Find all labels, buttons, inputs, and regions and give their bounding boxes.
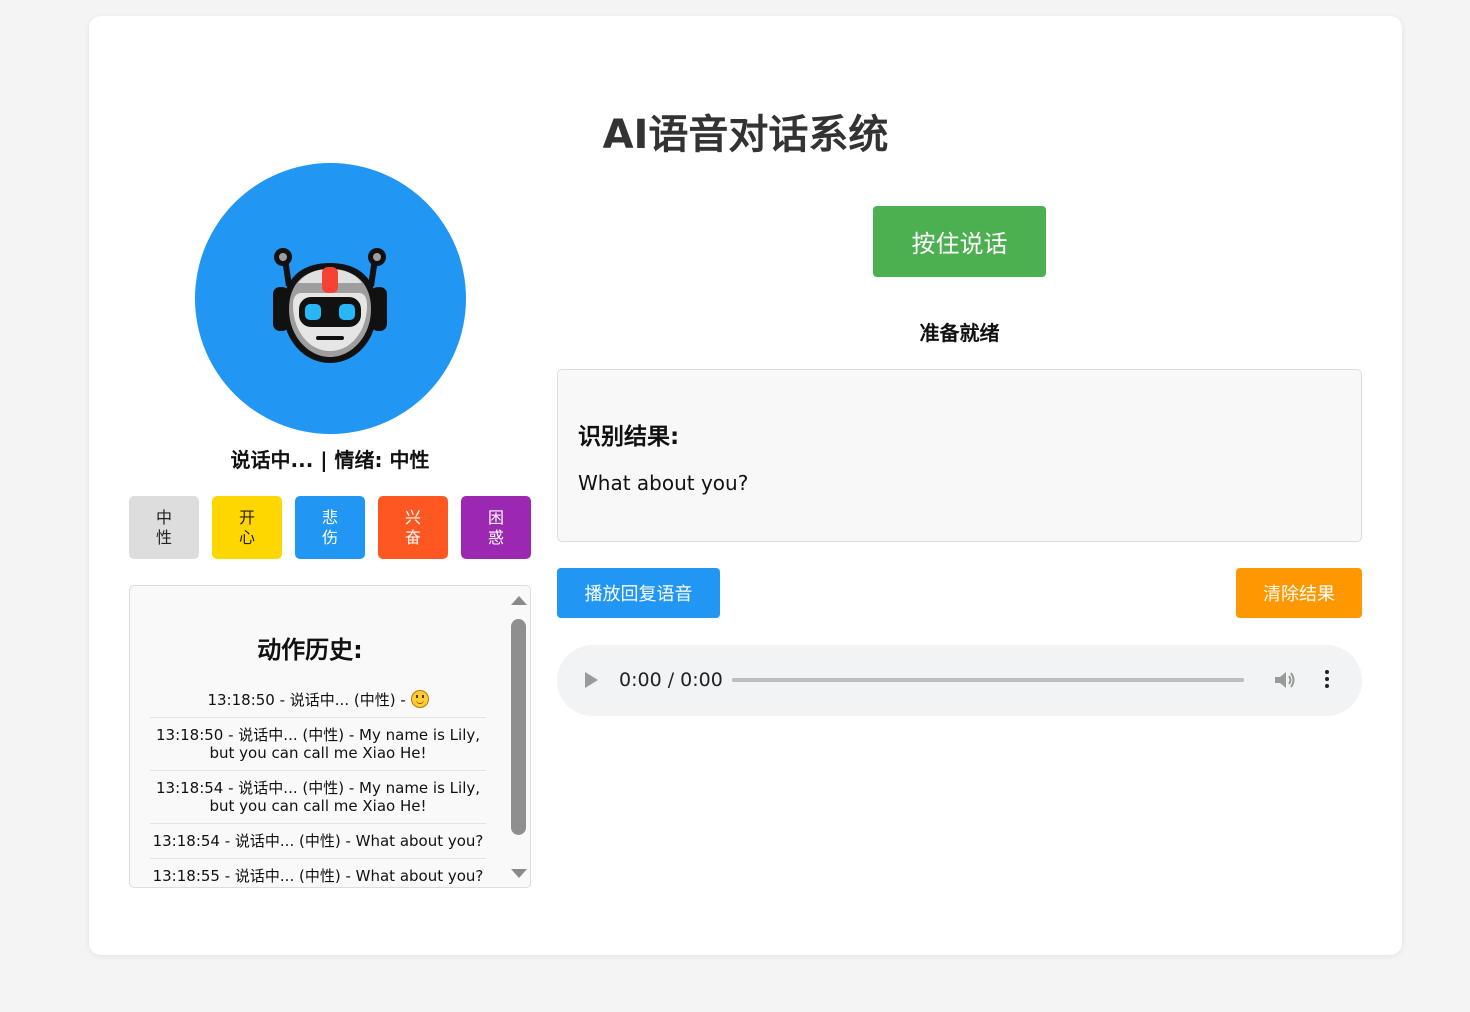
audio-player: 0:00 / 0:00	[557, 645, 1362, 716]
history-scrollbar[interactable]	[508, 586, 530, 887]
robot-avatar	[195, 163, 466, 434]
emotion-confused-button[interactable]: 困惑	[461, 496, 531, 559]
status-text: 说话中... | 情绪: 中性	[230, 448, 430, 472]
history-item-text: 13:18:50 - 说话中... (中性) -	[207, 691, 411, 709]
scroll-down-arrow-icon[interactable]	[511, 869, 527, 878]
history-item: 13:18:50 - 说话中... (中性) - My name is Lily…	[150, 718, 486, 771]
emotion-excited-button[interactable]: 兴奋	[378, 496, 448, 559]
recognition-result-panel: 识别结果: What about you?	[557, 369, 1362, 542]
emotion-happy-button[interactable]: 开心	[212, 496, 282, 559]
page-title: AI语音对话系统	[602, 112, 889, 158]
play-reply-button[interactable]: 播放回复语音	[557, 568, 720, 618]
result-title: 识别结果:	[578, 424, 680, 450]
action-history-panel[interactable]: 动作历史: 13:18:50 - 说话中... (中性) - 13:18:50 …	[129, 585, 531, 888]
robot-icon	[273, 248, 387, 363]
audio-time: 0:00 / 0:00	[619, 669, 723, 691]
result-text: What about you?	[578, 471, 749, 495]
history-item: 13:18:54 - 说话中... (中性) - What about you?	[150, 824, 486, 859]
history-list: 13:18:50 - 说话中... (中性) - 13:18:50 - 说话中.…	[150, 690, 486, 887]
emotion-neutral-button[interactable]: 中性	[129, 496, 199, 559]
emotion-sad-button[interactable]: 悲伤	[295, 496, 365, 559]
history-item: 13:18:55 - 说话中... (中性) - What about you?	[150, 859, 486, 887]
main-card: AI语音对话系统 说话中... | 情绪: 中性 中性 开心 悲伤 兴奋 困惑 …	[89, 16, 1402, 955]
scroll-thumb[interactable]	[511, 619, 526, 835]
audio-progress-track[interactable]	[732, 678, 1244, 682]
history-title: 动作历史:	[257, 636, 363, 664]
history-item: 13:18:54 - 说话中... (中性) - My name is Lily…	[150, 771, 486, 824]
history-item: 13:18:50 - 说话中... (中性) -	[150, 690, 486, 718]
volume-icon[interactable]	[1273, 669, 1297, 691]
clear-results-button[interactable]: 清除结果	[1236, 568, 1362, 618]
emotion-buttons: 中性 开心 悲伤 兴奋 困惑	[129, 496, 531, 559]
ready-status: 准备就绪	[919, 321, 1000, 345]
more-options-icon[interactable]	[1324, 670, 1330, 690]
push-to-talk-button[interactable]: 按住说话	[873, 206, 1046, 277]
scroll-up-arrow-icon[interactable]	[511, 596, 527, 605]
smile-emoji-icon	[410, 690, 429, 708]
play-icon[interactable]	[585, 672, 598, 688]
